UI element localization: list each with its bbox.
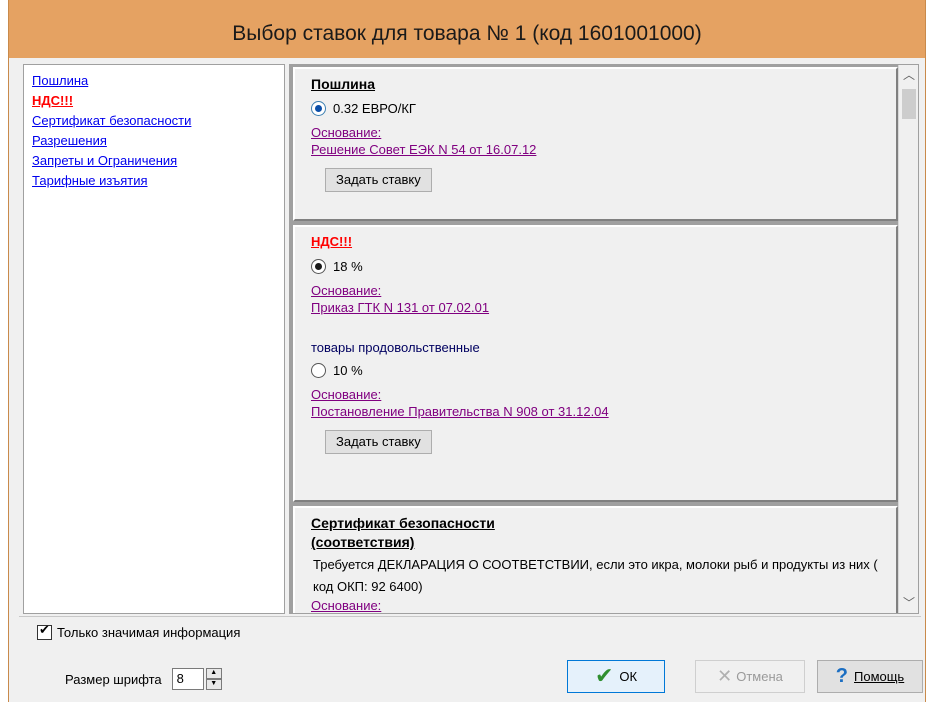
vat-group-label: товары продовольственные: [311, 340, 480, 355]
duty-rate-option[interactable]: 0.32 ЕВРО/КГ: [311, 99, 896, 117]
cancel-label: Отмена: [736, 669, 783, 684]
vat-rate-label-2: 10 %: [333, 362, 363, 378]
font-size-input[interactable]: 8: [171, 668, 204, 690]
checkmark-icon: ✔: [594, 664, 614, 689]
vat-set-rate-button[interactable]: Задать ставку: [325, 430, 432, 454]
window-title: Выбор ставок для товара № 1 (код 1601001…: [232, 22, 702, 45]
nav-link-duty[interactable]: Пошлина: [32, 71, 284, 91]
question-icon: ?: [835, 665, 848, 687]
ok-button[interactable]: ✔ ОК: [567, 660, 665, 693]
font-size-control: Размер шрифта 8 ▲ ▼: [65, 668, 222, 690]
dialog-body: Пошлина НДС!!! Сертификат безопасности Р…: [19, 60, 921, 615]
scroll-up-icon[interactable]: ︿: [899, 65, 918, 85]
content-scrollbar[interactable]: ︿ ﹀: [898, 65, 918, 613]
certificate-basis-label[interactable]: Основание:: [311, 598, 896, 613]
nav-link-tariff-exemptions[interactable]: Тарифные изъятия: [32, 171, 284, 191]
help-button[interactable]: ? Помощь: [817, 660, 923, 693]
vat-basis-label-1[interactable]: Основание:: [311, 283, 896, 299]
duty-title: Пошлина: [311, 76, 376, 92]
vat-rate-radio-1[interactable]: [311, 258, 326, 274]
certificate-title-line1: Сертификат безопасности: [311, 515, 495, 531]
spin-down-icon[interactable]: ▼: [205, 679, 222, 690]
nav-link-safety-certificate[interactable]: Сертификат безопасности: [32, 111, 284, 131]
duty-rate-label: 0.32 ЕВРО/КГ: [333, 100, 416, 116]
scroll-thumb[interactable]: [902, 89, 916, 119]
ok-label: ОК: [619, 669, 638, 684]
vat-title: НДС!!!: [311, 234, 353, 249]
only-important-option[interactable]: Только значимая информация: [37, 623, 241, 640]
only-important-label: Только значимая информация: [57, 625, 241, 640]
nav-link-bans-restrictions[interactable]: Запреты и Ограничения: [32, 151, 284, 171]
cancel-button[interactable]: ✕ Отмена: [695, 660, 805, 693]
title-bar: Выбор ставок для товара № 1 (код 1601001…: [9, 0, 925, 58]
font-size-label: Размер шрифта: [65, 671, 162, 687]
vat-basis-link-2[interactable]: Постановление Правительства N 908 от 31.…: [311, 403, 896, 420]
duty-basis-link[interactable]: Решение Совет ЕЭК N 54 от 16.07.12: [311, 141, 896, 158]
duty-rate-radio[interactable]: [311, 100, 326, 116]
certificate-panel: Сертификат безопасности (соответствия) Т…: [293, 506, 898, 613]
vat-rate-option-2[interactable]: 10 %: [311, 361, 896, 379]
duty-panel: Пошлина 0.32 ЕВРО/КГ Основание: Решение …: [293, 67, 898, 221]
duty-basis-label[interactable]: Основание:: [311, 125, 896, 141]
spin-up-icon[interactable]: ▲: [205, 668, 222, 679]
only-important-checkbox[interactable]: [37, 623, 52, 640]
dialog-window: Выбор ставок для товара № 1 (код 1601001…: [8, 0, 926, 702]
nav-link-permits[interactable]: Разрешения: [32, 131, 284, 151]
dialog-footer: Только значимая информация Размер шрифта…: [19, 616, 923, 702]
rates-content: Пошлина 0.32 ЕВРО/КГ Основание: Решение …: [289, 64, 919, 614]
vat-basis-label-2[interactable]: Основание:: [311, 387, 896, 403]
nav-link-vat[interactable]: НДС!!!: [32, 91, 284, 111]
duty-set-rate-button[interactable]: Задать ставку: [325, 168, 432, 192]
vat-rate-label-1: 18 %: [333, 258, 363, 274]
cross-icon: ✕: [717, 666, 733, 687]
footer-divider: [19, 616, 921, 617]
sections-nav: Пошлина НДС!!! Сертификат безопасности Р…: [23, 64, 285, 614]
scroll-down-icon[interactable]: ﹀: [899, 593, 918, 613]
vat-rate-radio-2[interactable]: [311, 362, 326, 378]
certificate-title-line2: (соответствия): [311, 534, 415, 550]
help-label: Помощь: [854, 669, 905, 684]
certificate-text: Требуется ДЕКЛАРАЦИЯ О СООТВЕТСТВИИ, есл…: [313, 557, 878, 594]
vat-rate-option-1[interactable]: 18 %: [311, 257, 896, 275]
vat-panel: НДС!!! 18 % Основание: Приказ ГТК N 131 …: [293, 225, 898, 502]
font-size-spinner[interactable]: ▲ ▼: [205, 668, 222, 690]
vat-basis-link-1[interactable]: Приказ ГТК N 131 от 07.02.01: [311, 299, 896, 316]
